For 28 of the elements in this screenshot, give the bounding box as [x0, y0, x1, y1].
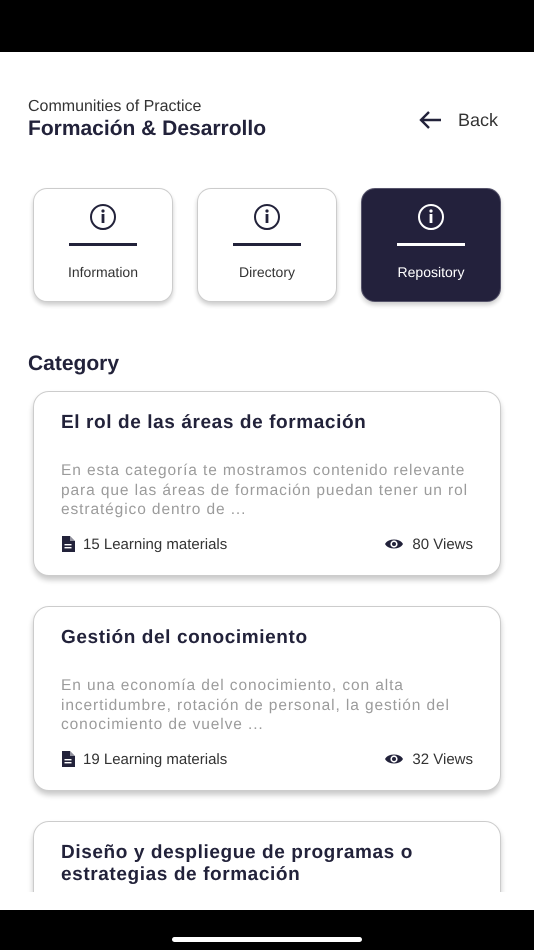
back-arrow-icon: [418, 110, 442, 130]
eye-icon: [384, 752, 404, 766]
category-card[interactable]: Gestión del conocimiento En una economía del conocimiento, con alta incertidumbre, rotación de personal, la gestión del conocimiento de vuelve ... 19 Learning materials 32 Views: [33, 606, 501, 791]
materials-count: 19 Learning materials: [83, 750, 228, 768]
card-title: El rol de las áreas de formación: [61, 412, 368, 434]
category-card[interactable]: Diseño y despliegue de programas o estrategias de formación: [33, 821, 501, 892]
tab[interactable]: Directory: [197, 188, 337, 302]
category-card[interactable]: El rol de las áreas de formación En esta categoría te mostramos contenido relevante para que las áreas de formación puedan tener un rol estratégico dentro de ... 15 Learning materials 80 Views: [33, 391, 501, 576]
document-icon: [61, 536, 75, 552]
tab[interactable]: Information: [33, 188, 173, 302]
views-count: 80 Views: [412, 536, 473, 552]
section-title: Category: [28, 351, 120, 377]
home-indicator[interactable]: [172, 937, 362, 942]
document-icon: [61, 751, 75, 767]
info-icon: [251, 203, 283, 231]
card-description: En una economía del conocimiento, con alta incertidumbre, rotación de personal, la gestión del conocimiento de vuelve ...: [61, 676, 451, 734]
info-icon: [87, 203, 119, 231]
header-subtitle: Communities of Practice: [28, 98, 202, 116]
tab[interactable]: Repository: [361, 188, 501, 302]
eye-icon: [384, 537, 404, 551]
materials-count: 15 Learning materials: [83, 536, 228, 552]
card-title: Diseño y despliegue de programas o estrategias de formación: [61, 842, 414, 886]
views-count: 32 Views: [412, 750, 473, 768]
card-title: Gestión del conocimiento: [61, 627, 309, 649]
info-icon: [415, 203, 447, 231]
card-description: En esta categoría te mostramos contenido relevante para que las áreas de formación puedan tener un rol estratégico dentro de ...: [61, 461, 469, 520]
page-title: Formación & Desarrollo: [28, 116, 266, 142]
back-button[interactable]: Back: [418, 110, 506, 130]
